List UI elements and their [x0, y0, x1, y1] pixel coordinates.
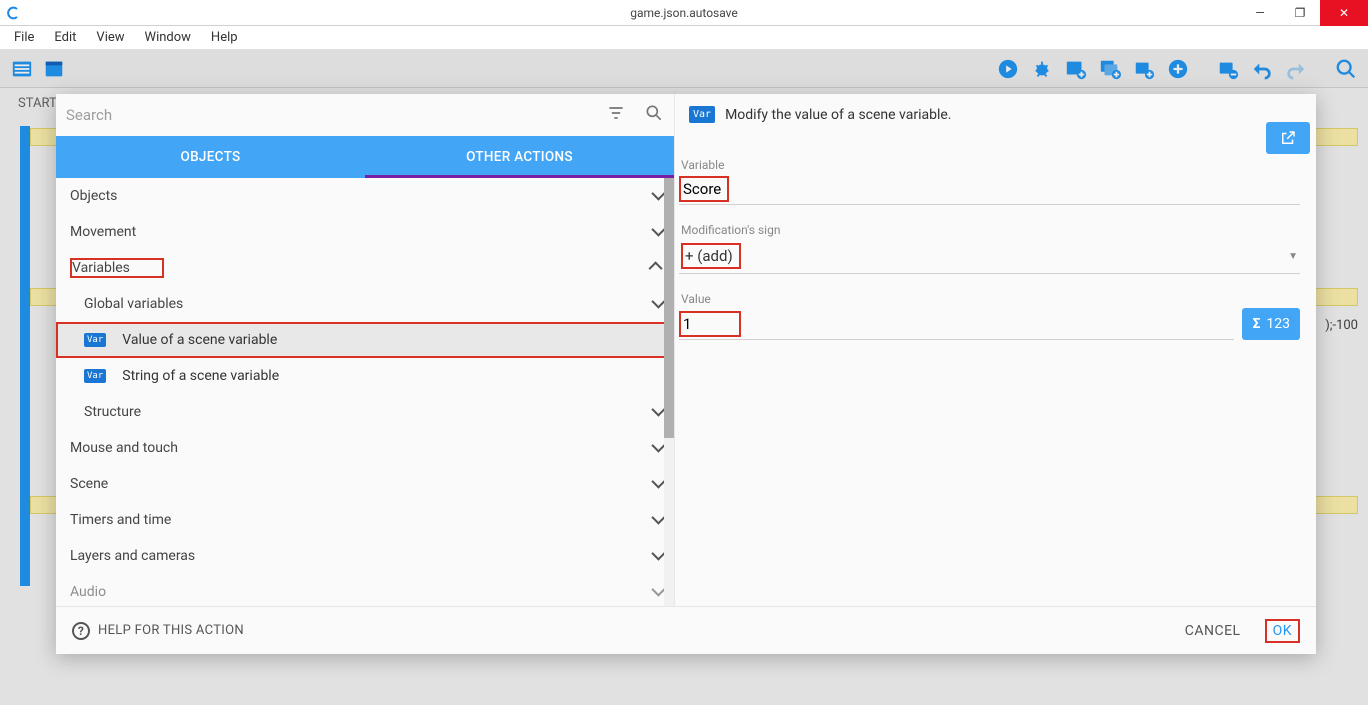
- cat-mouse-touch[interactable]: Mouse and touch: [56, 430, 674, 466]
- action-dialog: OBJECTS OTHER ACTIONS Objects Movement V…: [56, 94, 1316, 654]
- dialog-footer: ? HELP FOR THIS ACTION CANCEL OK: [56, 606, 1316, 654]
- value-field-label: Value: [679, 292, 1300, 306]
- chevron-down-icon: ▼: [1288, 251, 1298, 262]
- search-input[interactable]: [66, 102, 606, 128]
- action-string-of-scene-variable[interactable]: VarString of a scene variable: [56, 358, 674, 394]
- chevron-down-icon: [652, 224, 662, 240]
- cancel-button[interactable]: CANCEL: [1185, 623, 1241, 639]
- help-icon: ?: [72, 622, 90, 640]
- search-icon[interactable]: [644, 103, 664, 127]
- chevron-down-icon: [652, 296, 662, 312]
- title-bar: game.json.autosave — ❐ ✕: [0, 0, 1368, 26]
- cat-structure[interactable]: Structure: [56, 394, 674, 430]
- cat-scene[interactable]: Scene: [56, 466, 674, 502]
- action-left-pane: OBJECTS OTHER ACTIONS Objects Movement V…: [56, 94, 674, 606]
- var-badge-icon: Var: [689, 106, 715, 123]
- cat-timers[interactable]: Timers and time: [56, 502, 674, 538]
- window-title: game.json.autosave: [630, 6, 738, 20]
- expression-button[interactable]: Σ 123: [1242, 308, 1300, 340]
- variable-field-value[interactable]: Score: [679, 176, 729, 202]
- app-icon: [0, 0, 26, 26]
- value-field-value[interactable]: 1: [679, 311, 741, 337]
- scrollbar-thumb[interactable]: [664, 178, 674, 438]
- chevron-down-icon: [652, 512, 662, 528]
- menu-window[interactable]: Window: [135, 28, 201, 47]
- cat-movement[interactable]: Movement: [56, 214, 674, 250]
- cat-variables[interactable]: Variables: [56, 250, 674, 286]
- cat-layers-cameras[interactable]: Layers and cameras: [56, 538, 674, 574]
- chevron-down-icon: [652, 440, 662, 456]
- category-list[interactable]: Objects Movement Variables Global variab…: [56, 178, 674, 606]
- window-maximize-button[interactable]: ❐: [1280, 0, 1320, 26]
- cat-objects[interactable]: Objects: [56, 178, 674, 214]
- action-value-of-scene-variable[interactable]: VarValue of a scene variable: [56, 322, 674, 358]
- help-link[interactable]: ? HELP FOR THIS ACTION: [72, 622, 244, 640]
- chevron-down-icon: [652, 548, 662, 564]
- chevron-down-icon: [652, 404, 662, 420]
- filter-icon[interactable]: [606, 103, 626, 127]
- chevron-down-icon: [652, 188, 662, 204]
- menu-view[interactable]: View: [86, 28, 134, 47]
- cat-audio[interactable]: Audio: [56, 574, 674, 606]
- sign-select[interactable]: + (add) ▼: [679, 239, 1300, 274]
- menu-file[interactable]: File: [4, 28, 44, 47]
- open-external-button[interactable]: [1266, 122, 1310, 154]
- menu-edit[interactable]: Edit: [44, 28, 86, 47]
- chevron-up-icon: [652, 260, 662, 276]
- var-badge-icon: Var: [84, 369, 106, 383]
- sign-field-label: Modification's sign: [679, 223, 1300, 237]
- variable-field-label: Variable: [679, 158, 1300, 172]
- tab-objects[interactable]: OBJECTS: [56, 136, 365, 178]
- menu-help[interactable]: Help: [201, 28, 248, 47]
- chevron-down-icon: [652, 584, 662, 600]
- tab-other-actions[interactable]: OTHER ACTIONS: [365, 136, 674, 178]
- var-badge-icon: Var: [84, 333, 106, 347]
- action-description: Modify the value of a scene variable.: [725, 107, 951, 123]
- window-minimize-button[interactable]: —: [1240, 0, 1280, 26]
- action-right-pane: Var Modify the value of a scene variable…: [674, 94, 1316, 606]
- ok-button[interactable]: OK: [1265, 619, 1300, 643]
- cat-global-variables[interactable]: Global variables: [56, 286, 674, 322]
- menu-bar: File Edit View Window Help: [0, 26, 1368, 50]
- window-close-button[interactable]: ✕: [1320, 0, 1368, 26]
- chevron-down-icon: [652, 476, 662, 492]
